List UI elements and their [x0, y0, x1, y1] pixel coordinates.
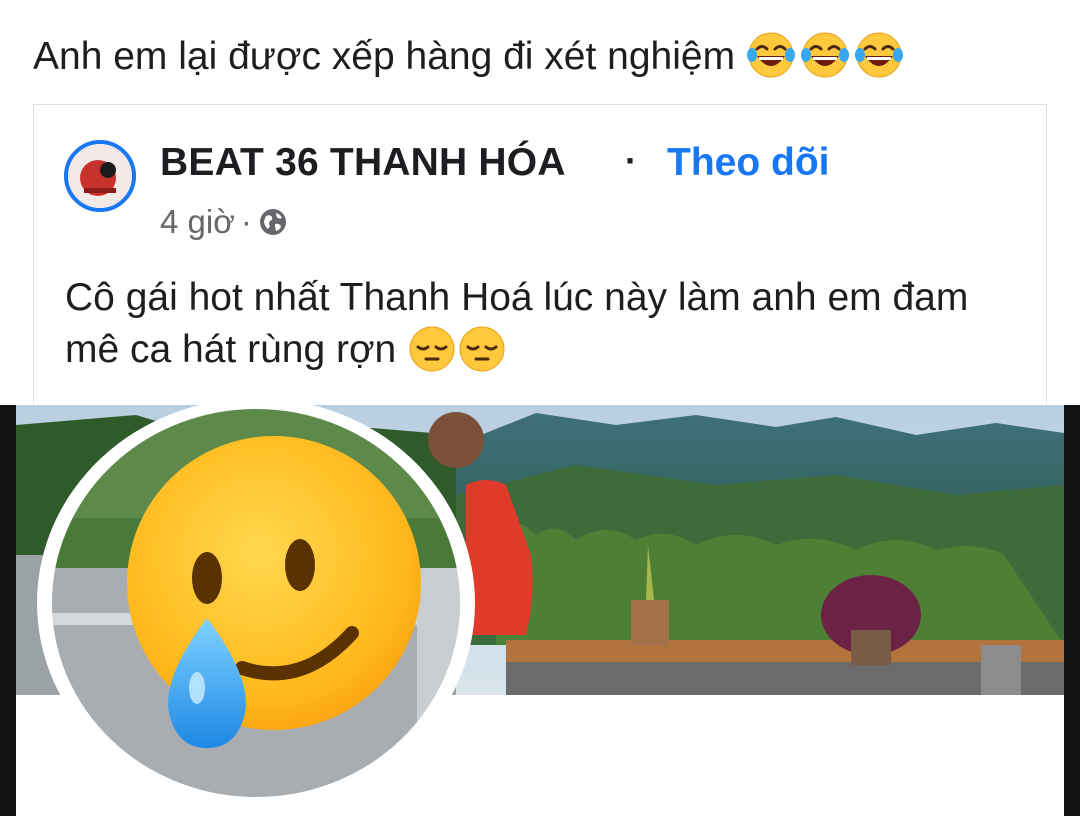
post-caption: Anh em lại được xếp hàng đi xét nghiệm [33, 32, 905, 85]
face-with-tears-of-joy-icon [855, 32, 904, 78]
page-avatar[interactable] [64, 140, 136, 212]
meta-separator: · [240, 203, 252, 240]
name-separator: · [625, 140, 637, 181]
post-time[interactable]: 4 giờ [160, 203, 235, 241]
follow-button[interactable]: Theo dõi [667, 141, 829, 185]
pensive-face-icon [409, 326, 455, 372]
profile-photo[interactable] [37, 398, 475, 808]
shared-post-text: Cô gái hot nhất Thanh Hoá lúc này làm an… [65, 272, 1025, 377]
post-meta: 4 giờ · [160, 203, 288, 241]
caption-text: Anh em lại được xếp hàng đi xét nghiệm [33, 35, 736, 78]
left-edge [0, 405, 16, 816]
face-with-tears-of-joy-icon [801, 32, 850, 78]
caption-emojis [745, 29, 905, 81]
page-name[interactable]: BEAT 36 THANH HÓA [160, 141, 566, 185]
shared-post-body: Cô gái hot nhất Thanh Hoá lúc này làm an… [65, 276, 969, 371]
profile-photo-image [44, 401, 468, 805]
right-edge [1064, 405, 1080, 816]
globe-icon[interactable] [258, 207, 288, 237]
page-logo-icon [68, 144, 132, 208]
face-with-tears-of-joy-icon [747, 32, 796, 78]
pensive-face-icon [459, 326, 505, 372]
